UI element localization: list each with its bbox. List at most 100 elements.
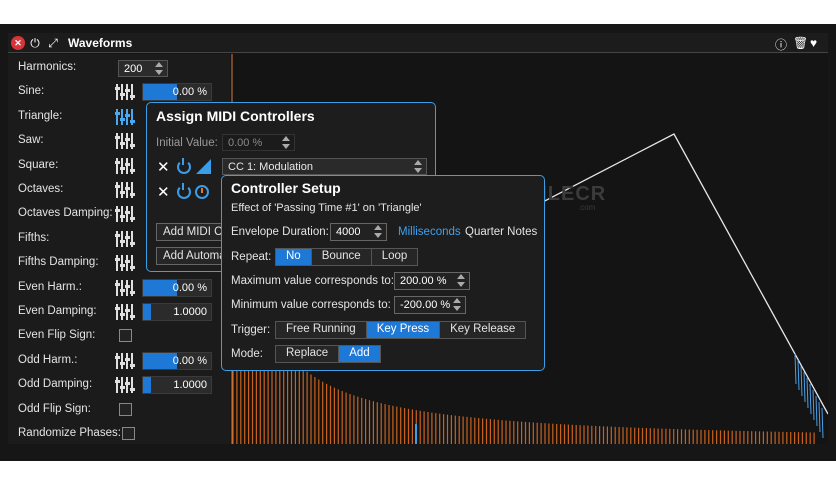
sliders-icon[interactable] [114, 157, 135, 174]
max-value-field[interactable]: 200.00 % [394, 272, 470, 290]
milliseconds-option[interactable]: Milliseconds [398, 226, 461, 238]
trash-icon[interactable]: 🗑 [793, 36, 808, 50]
slider-fill [143, 377, 152, 394]
info-icon[interactable]: ⓘ [775, 36, 787, 53]
trigger-option[interactable]: Key Release [440, 322, 526, 338]
harmonics-value: 200 [124, 63, 143, 75]
popup-title: Controller Setup [231, 180, 341, 196]
param-label: Fifths Damping: [18, 256, 99, 269]
param-row: Even Harm.: 0.00 % [8, 276, 230, 300]
value-slider[interactable]: 0.00 % [142, 278, 212, 297]
param-row: Randomize Phases: [8, 422, 230, 446]
param-row: Sine: 0.00 % [8, 80, 230, 104]
close-icon[interactable]: ✕ [11, 36, 25, 50]
param-label: Saw: [18, 134, 44, 147]
param-label: Odd Harm.: [18, 353, 78, 366]
remove-icon[interactable]: ✕ [157, 183, 170, 201]
chevron-updown-icon[interactable] [282, 136, 291, 149]
window-title: Waveforms [68, 36, 133, 50]
power-icon[interactable]: ⏻ [28, 36, 42, 50]
sliders-icon[interactable] [114, 108, 135, 125]
quarter-notes-option[interactable]: Quarter Notes [465, 226, 537, 238]
sliders-icon[interactable] [114, 230, 135, 247]
envelope-duration-field[interactable]: 4000 [330, 223, 387, 241]
chevron-updown-icon[interactable] [155, 62, 164, 75]
param-row: Harmonics: 200 [8, 56, 230, 80]
min-value-field[interactable]: -200.00 % [394, 296, 466, 314]
max-value: 200.00 % [400, 275, 447, 287]
mode-option[interactable]: Replace [276, 346, 340, 362]
slider-value: 1.0000 [173, 379, 207, 392]
watermark-sub: .com [578, 203, 596, 212]
power-icon[interactable] [177, 158, 191, 174]
ramp-icon[interactable] [196, 159, 211, 174]
initial-value-field[interactable]: 0.00 % [222, 134, 295, 151]
value-slider[interactable]: 1.0000 [142, 303, 212, 321]
slider-fill [143, 304, 152, 320]
cc-select[interactable]: CC 1: Modulation [222, 158, 427, 175]
sliders-icon[interactable] [114, 377, 135, 394]
repeat-option[interactable]: Bounce [311, 249, 372, 265]
param-label: Odd Flip Sign: [18, 402, 91, 415]
checkbox[interactable] [119, 329, 132, 343]
sliders-icon[interactable] [114, 304, 135, 320]
param-label: Octaves Damping: [18, 207, 113, 220]
value-slider[interactable]: 0.00 % [142, 83, 212, 102]
param-label: Even Flip Sign: [18, 329, 96, 342]
sliders-icon[interactable] [114, 133, 135, 150]
value-slider[interactable]: 0.00 % [142, 351, 212, 370]
sliders-icon[interactable] [114, 206, 135, 223]
chevron-updown-icon[interactable] [453, 298, 462, 311]
mode-label: Mode: [231, 348, 263, 360]
heart-icon[interactable]: ♥ [810, 36, 817, 50]
slider-value: 0.00 % [172, 354, 207, 367]
chevron-updown-icon[interactable] [374, 225, 383, 238]
param-row: Odd Harm.: 0.00 % [8, 349, 230, 373]
param-label: Fifths: [18, 231, 50, 244]
param-label: Randomize Phases: [18, 427, 121, 439]
mode-segmented: Replace Add [275, 345, 381, 363]
checkbox[interactable] [119, 402, 132, 416]
chevron-updown-icon[interactable] [457, 274, 466, 287]
sliders-icon[interactable] [114, 84, 135, 101]
sliders-icon[interactable] [114, 182, 135, 198]
initial-value-label: Initial Value: [156, 137, 218, 149]
param-label: Odd Damping: [18, 378, 93, 391]
param-row: Even Flip Sign: [8, 324, 230, 348]
cc-value: CC 1: Modulation [228, 161, 313, 173]
power-icon[interactable] [177, 183, 191, 199]
add-midi-controller-button[interactable]: Add MIDI C [156, 223, 226, 241]
trigger-option[interactable]: Free Running [276, 322, 367, 338]
trigger-option[interactable]: Key Press [366, 322, 441, 338]
param-label: Triangle: [18, 109, 63, 122]
title-bar: ✕ ⏻ ⤢ Waveforms [8, 33, 828, 53]
slider-value: 1.0000 [173, 306, 207, 318]
repeat-label: Repeat: [231, 251, 272, 263]
param-row: Even Damping: 1.0000 [8, 300, 230, 324]
value-slider[interactable]: 1.0000 [142, 376, 212, 395]
param-label: Even Damping: [18, 305, 97, 317]
mode-option[interactable]: Add [339, 346, 380, 362]
repeat-option[interactable]: Loop [371, 249, 418, 265]
add-automation-button[interactable]: Add Automa [156, 247, 226, 265]
clock-icon[interactable] [195, 185, 209, 199]
checkbox[interactable] [122, 427, 135, 440]
remove-icon[interactable]: ✕ [157, 158, 170, 176]
expand-icon[interactable]: ⤢ [46, 36, 60, 50]
initial-value: 0.00 % [228, 137, 263, 149]
param-label: Harmonics: [18, 61, 77, 73]
envelope-duration-value: 4000 [336, 226, 361, 238]
sliders-icon[interactable] [114, 352, 135, 369]
param-label: Sine: [18, 85, 45, 98]
min-value: -200.00 % [400, 299, 451, 311]
popup-title: Assign MIDI Controllers [156, 108, 315, 124]
harmonics-field[interactable]: 200 [118, 60, 168, 77]
sliders-icon[interactable] [114, 279, 135, 296]
param-label: Octaves: [18, 183, 64, 195]
trigger-segmented: Free Running Key Press Key Release [275, 321, 527, 339]
envelope-duration-label: Envelope Duration: [231, 226, 329, 238]
sliders-icon[interactable] [114, 255, 135, 272]
repeat-option[interactable]: No [276, 249, 312, 265]
chevron-updown-icon[interactable] [414, 160, 423, 173]
param-row: Odd Damping: 1.0000 [8, 373, 230, 397]
